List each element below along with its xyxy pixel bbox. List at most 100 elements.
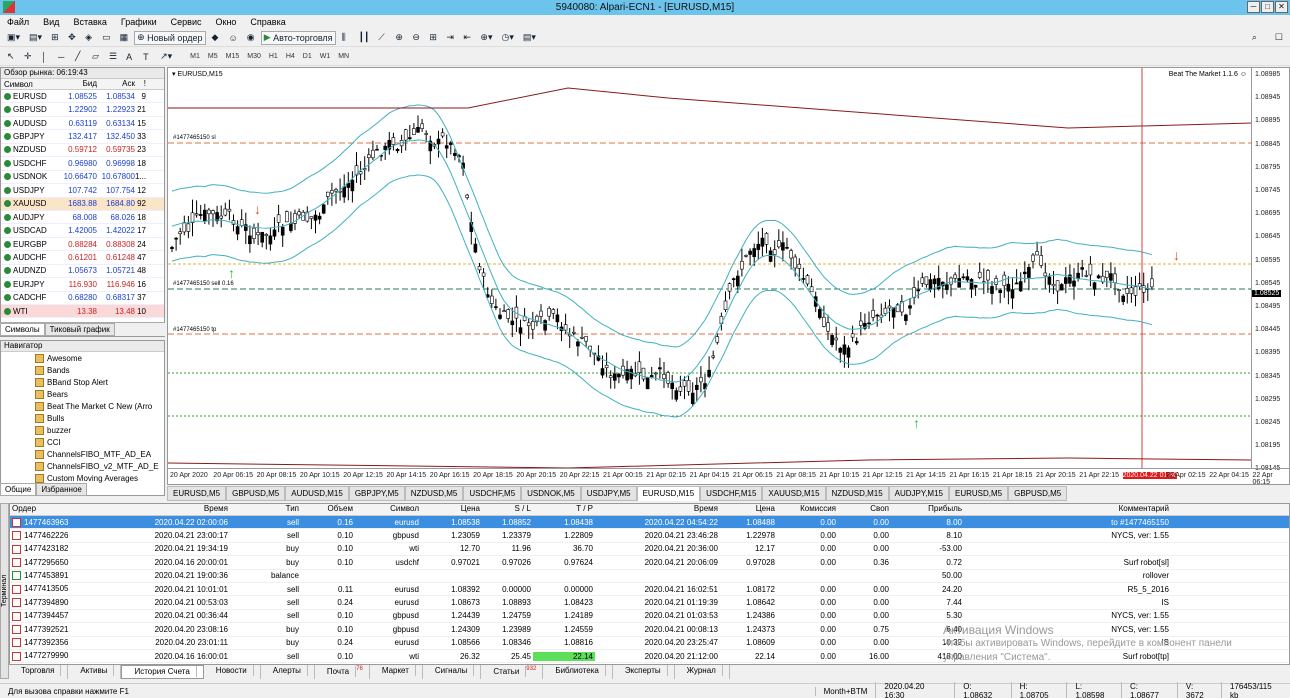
market-row[interactable]: EURJPY 116.930 116.946 16: [1, 278, 164, 292]
history-col-header[interactable]: Символ: [355, 504, 421, 515]
history-col-header[interactable]: Время: [92, 504, 230, 515]
chart-tab[interactable]: XAUUSD,M15: [762, 486, 826, 501]
history-col-header[interactable]: Цена: [720, 504, 777, 515]
navigator-tab[interactable]: Избранное: [36, 483, 87, 496]
history-col-header[interactable]: Комиссия: [777, 504, 838, 515]
text-icon[interactable]: A: [123, 50, 137, 64]
menu-item[interactable]: Окно: [209, 17, 244, 27]
history-col-header[interactable]: Время: [595, 504, 720, 515]
timeframe-button[interactable]: H4: [282, 50, 299, 64]
close-icon[interactable]: ✕: [1275, 1, 1288, 13]
market-row[interactable]: USDJPY 107.742 107.754 12: [1, 184, 164, 198]
data-window-icon[interactable]: ✥: [65, 31, 79, 45]
chart-tab[interactable]: USDNOK,M5: [521, 486, 581, 501]
crosshair-icon[interactable]: ✛: [21, 50, 35, 64]
chart-shift-icon[interactable]: ⇤: [460, 31, 474, 45]
chart-tab[interactable]: EURUSD,M5: [167, 486, 227, 501]
menu-item[interactable]: Справка: [243, 17, 292, 27]
history-col-header[interactable]: Цена: [421, 504, 482, 515]
terminal-tab[interactable]: Журнал: [675, 665, 730, 679]
chart-tab[interactable]: GBPUSD,M5: [1008, 486, 1068, 501]
history-row[interactable]: 1477295650 2020.04.16 20:00:01 buy 0.10 usdc…: [10, 556, 1289, 570]
timeframe-button[interactable]: M5: [204, 50, 222, 64]
menu-item[interactable]: Вид: [36, 17, 66, 27]
history-row[interactable]: 1477453891 2020.04.21 19:00:36 balance 50.0…: [10, 570, 1289, 583]
meta-editor-icon[interactable]: ◆: [209, 31, 223, 45]
vertical-line-icon[interactable]: │: [38, 50, 52, 64]
label-icon[interactable]: T: [140, 50, 154, 64]
people-icon[interactable]: ☺: [226, 31, 241, 45]
indicators-icon[interactable]: ⊕▾: [477, 31, 495, 45]
history-row[interactable]: 1477462226 2020.04.21 23:00:17 sell 0.10 gbp…: [10, 529, 1289, 543]
terminal-tab[interactable]: Сигналы: [423, 665, 482, 679]
timeframe-button[interactable]: M15: [222, 50, 244, 64]
market-watch-tab[interactable]: Символы: [0, 323, 45, 336]
maximize-icon[interactable]: □: [1261, 1, 1274, 13]
navigator-item[interactable]: Awesome: [1, 352, 164, 364]
navigator-item[interactable]: BBand Stop Alert: [1, 376, 164, 388]
terminal-tab[interactable]: Новости: [204, 665, 261, 679]
terminal-icon[interactable]: ▭: [99, 31, 114, 45]
history-col-header[interactable]: Прибыль: [891, 504, 964, 515]
navigator-item[interactable]: ChannelsFIBO_MTF_AD_EA: [1, 448, 164, 460]
timeframe-button[interactable]: H1: [265, 50, 282, 64]
menu-item[interactable]: Файл: [0, 17, 36, 27]
navigator-item[interactable]: buzzer: [1, 424, 164, 436]
periods-icon[interactable]: ◷▾: [498, 31, 516, 45]
timeframe-button[interactable]: W1: [316, 50, 335, 64]
market-watch-icon[interactable]: ⊞: [48, 31, 62, 45]
new-chart-icon[interactable]: ▣▾: [4, 31, 23, 45]
history-col-header[interactable]: Ордер: [10, 504, 92, 515]
history-row[interactable]: 1477394457 2020.04.21 00:36:44 sell 0.10 gbp…: [10, 610, 1289, 624]
market-row[interactable]: USDCAD 1.42005 1.42022 17: [1, 224, 164, 238]
channel-icon[interactable]: ▱: [89, 50, 103, 64]
market-row[interactable]: AUDUSD 0.63119 0.63134 15: [1, 117, 164, 131]
arrows-icon[interactable]: ↗▾: [157, 50, 175, 64]
search-icon[interactable]: ⌕: [1249, 31, 1263, 45]
market-row[interactable]: USDCHF 0.96980 0.96998 18: [1, 157, 164, 171]
terminal-tab[interactable]: Активы: [68, 665, 122, 679]
terminal-tab[interactable]: Почта 76: [315, 665, 370, 679]
chart-tab[interactable]: GBPUSD,M5: [226, 486, 286, 501]
chart-window[interactable]: ▾ EURUSD,M15 Beat The Market 1.1.6 ☺ ↑ ↑ ↓…: [167, 67, 1290, 486]
terminal-tab[interactable]: Эксперты: [613, 665, 675, 679]
menu-item[interactable]: Графики: [114, 17, 164, 27]
navigator-item[interactable]: ChannelsFIBO_v2_MTF_AD_E: [1, 460, 164, 472]
zoom-out-icon[interactable]: ⊖: [409, 31, 423, 45]
bar-chart-icon[interactable]: ⫼: [339, 31, 353, 45]
market-row[interactable]: GBPUSD 1.22902 1.22923 21: [1, 103, 164, 117]
fibo-icon[interactable]: ☰: [106, 50, 120, 64]
navigator-item[interactable]: Bears: [1, 388, 164, 400]
history-row[interactable]: 1477423182 2020.04.21 19:34:19 buy 0.10 wti 1…: [10, 543, 1289, 557]
auto-scroll-icon[interactable]: ⇥: [443, 31, 457, 45]
navigator-icon[interactable]: ◈: [82, 31, 96, 45]
terminal-tab[interactable]: Торговля: [9, 665, 69, 679]
chart-tab[interactable]: AUDJPY,M15: [888, 486, 949, 501]
chart-tab[interactable]: USDJPY,M5: [580, 486, 637, 501]
timeframe-button[interactable]: M1: [186, 50, 204, 64]
tester-icon[interactable]: ▦: [117, 31, 132, 45]
chart-tab[interactable]: EURUSD,M5: [948, 486, 1009, 501]
chart-tab[interactable]: USDCHF,M5: [463, 486, 522, 501]
market-row[interactable]: XAUUSD 1683.88 1684.80 92: [1, 197, 164, 211]
chart-tab[interactable]: EURUSD,M15: [636, 486, 701, 501]
market-row[interactable]: AUDJPY 68.008 68.026 18: [1, 211, 164, 225]
autotrading-button[interactable]: ▶ Авто-торговля: [260, 30, 336, 45]
timeframe-button[interactable]: MN: [334, 50, 353, 64]
menu-item[interactable]: Сервис: [164, 17, 209, 27]
history-row[interactable]: 1477394890 2020.04.21 00:53:03 sell 0.24 eur…: [10, 596, 1289, 610]
profiles-icon[interactable]: ▤▾: [26, 31, 45, 45]
navigator-item[interactable]: CCI: [1, 436, 164, 448]
chart-tab[interactable]: AUDUSD,M15: [285, 486, 349, 501]
market-watch-col-header[interactable]: Символ: [1, 79, 63, 89]
chart-tab[interactable]: GBPJPY,M5: [348, 486, 405, 501]
navigator-item[interactable]: Bands: [1, 364, 164, 376]
candles-icon[interactable]: ┃┃: [356, 31, 373, 45]
navigator-tab[interactable]: Общие: [0, 483, 37, 496]
market-watch-col-header[interactable]: Бид: [63, 79, 97, 89]
tile-windows-icon[interactable]: ⊞: [426, 31, 440, 45]
chart-tab[interactable]: USDCHF,M15: [700, 486, 763, 501]
terminal-tab[interactable]: Маркет: [370, 665, 423, 679]
market-watch-col-header[interactable]: !: [135, 79, 148, 89]
navigator-item[interactable]: Bulls: [1, 412, 164, 424]
